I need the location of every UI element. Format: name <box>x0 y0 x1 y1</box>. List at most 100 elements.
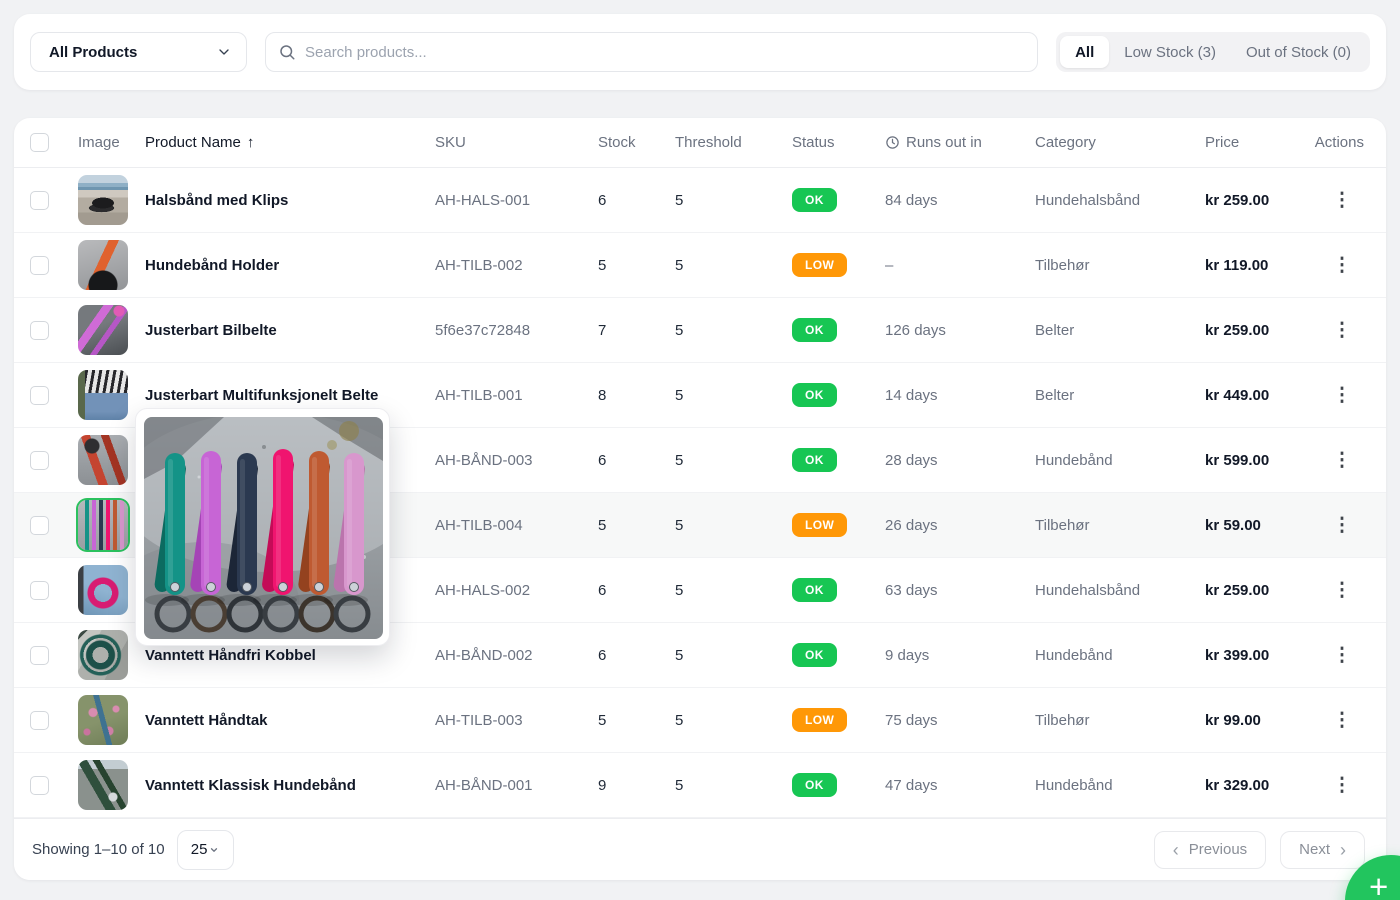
search-input[interactable] <box>305 43 1026 61</box>
next-page-button[interactable]: Next › <box>1280 830 1365 869</box>
price-value: kr 59.00 <box>1205 516 1261 534</box>
row-checkbox[interactable] <box>30 320 49 340</box>
row-actions-menu-button[interactable]: ⋮ <box>1325 575 1360 606</box>
row-actions-menu-button[interactable]: ⋮ <box>1325 770 1360 801</box>
product-thumbnail[interactable] <box>78 305 128 355</box>
threshold-value: 5 <box>675 256 684 274</box>
product-name: Vanntett Håndtak <box>145 711 268 729</box>
row-actions-menu-button[interactable]: ⋮ <box>1325 445 1360 476</box>
status-badge: OK <box>792 643 837 667</box>
chevron-left-icon: ‹ <box>1172 839 1179 860</box>
column-header-status: Status <box>792 134 835 151</box>
search-box[interactable] <box>265 32 1039 72</box>
price-value: kr 259.00 <box>1205 191 1270 209</box>
tab-all[interactable]: All <box>1060 36 1110 68</box>
status-badge: OK <box>792 383 837 407</box>
row-actions-menu-button[interactable]: ⋮ <box>1325 510 1360 541</box>
column-header-threshold: Threshold <box>675 134 742 151</box>
threshold-value: 5 <box>675 711 684 729</box>
status-badge: LOW <box>792 513 848 537</box>
category-value: Tilbehør <box>1035 256 1090 274</box>
category-value: Hundehalsbånd <box>1035 581 1141 599</box>
product-name: Halsbånd med Klips <box>145 191 289 209</box>
stock-value: 9 <box>598 776 607 794</box>
table-row[interactable]: Vanntett Håndtak AH-TILB-003 5 5 LOW 75 … <box>14 688 1386 753</box>
row-actions-menu-button[interactable]: ⋮ <box>1325 250 1360 281</box>
sort-ascending-icon: ↑ <box>246 134 255 151</box>
table-row[interactable]: Halsbånd med Klips AH-HALS-001 6 5 OK 84… <box>14 168 1386 233</box>
threshold-value: 5 <box>675 321 684 339</box>
price-value: kr 259.00 <box>1205 581 1270 599</box>
runs-out-value: 75 days <box>885 711 938 729</box>
threshold-value: 5 <box>675 451 684 469</box>
previous-page-button[interactable]: ‹ Previous <box>1153 830 1267 869</box>
row-actions-menu-button[interactable]: ⋮ <box>1325 380 1360 411</box>
product-thumbnail[interactable] <box>78 630 128 680</box>
product-name: Vanntett Håndfri Kobbel <box>145 646 316 664</box>
threshold-value: 5 <box>675 646 684 664</box>
row-checkbox[interactable] <box>30 710 49 730</box>
product-thumbnail[interactable] <box>78 695 128 745</box>
price-value: kr 259.00 <box>1205 321 1270 339</box>
product-sku: AH-TILB-003 <box>435 711 523 729</box>
row-checkbox[interactable] <box>30 515 49 535</box>
threshold-value: 5 <box>675 581 684 599</box>
product-sku: AH-TILB-004 <box>435 516 523 534</box>
column-header-actions: Actions <box>1314 134 1364 151</box>
row-actions-menu-button[interactable]: ⋮ <box>1325 640 1360 671</box>
row-actions-menu-button[interactable]: ⋮ <box>1325 315 1360 346</box>
product-sku: AH-TILB-002 <box>435 256 523 274</box>
row-checkbox[interactable] <box>30 190 49 210</box>
status-badge: OK <box>792 448 837 472</box>
row-checkbox[interactable] <box>30 255 49 275</box>
row-checkbox[interactable] <box>30 775 49 795</box>
row-actions-menu-button[interactable]: ⋮ <box>1325 705 1360 736</box>
category-value: Belter <box>1035 321 1075 339</box>
product-thumbnail[interactable] <box>78 370 128 420</box>
stock-value: 6 <box>598 451 607 469</box>
threshold-value: 5 <box>675 516 684 534</box>
threshold-value: 5 <box>675 776 684 794</box>
column-header-category: Category <box>1035 134 1096 151</box>
product-thumbnail[interactable] <box>78 760 128 810</box>
tab-out-of-stock[interactable]: Out of Stock (0) <box>1231 36 1366 68</box>
table-row[interactable]: Justerbart Bilbelte 5f6e37c72848 7 5 OK … <box>14 298 1386 363</box>
category-value: Tilbehør <box>1035 516 1090 534</box>
page-size-select[interactable]: 25 <box>176 829 234 870</box>
runs-out-value: – <box>885 256 894 274</box>
product-sku: AH-HALS-001 <box>435 191 531 209</box>
tab-low-stock[interactable]: Low Stock (3) <box>1109 36 1231 68</box>
column-header-product-name[interactable]: Product Name ↑ <box>145 134 435 151</box>
chevron-down-icon <box>219 49 229 55</box>
category-filter-value: All Products <box>49 43 138 61</box>
row-checkbox[interactable] <box>30 385 49 405</box>
select-all-checkbox[interactable] <box>30 133 49 152</box>
image-preview-popup <box>135 408 390 646</box>
table-row[interactable]: Hundebånd Holder AH-TILB-002 5 5 LOW – T… <box>14 233 1386 298</box>
category-filter-dropdown[interactable]: All Products <box>30 32 247 72</box>
stock-value: 5 <box>598 256 607 274</box>
price-value: kr 449.00 <box>1205 386 1270 404</box>
price-value: kr 99.00 <box>1205 711 1261 729</box>
status-badge: OK <box>792 578 837 602</box>
row-checkbox[interactable] <box>30 580 49 600</box>
row-checkbox[interactable] <box>30 450 49 470</box>
row-checkbox[interactable] <box>30 645 49 665</box>
stock-value: 7 <box>598 321 607 339</box>
product-thumbnail[interactable] <box>78 500 128 550</box>
product-name: Hundebånd Holder <box>145 256 280 274</box>
stock-value: 5 <box>598 516 607 534</box>
product-thumbnail[interactable] <box>78 565 128 615</box>
price-value: kr 329.00 <box>1205 776 1270 794</box>
status-badge: OK <box>792 188 837 212</box>
product-thumbnail[interactable] <box>78 175 128 225</box>
category-value: Hundehalsbånd <box>1035 191 1141 209</box>
product-name: Vanntett Klassisk Hundebånd <box>145 776 356 794</box>
row-actions-menu-button[interactable]: ⋮ <box>1325 185 1360 216</box>
table-row[interactable]: Vanntett Klassisk Hundebånd AH-BÅND-001 … <box>14 753 1386 818</box>
chevron-right-icon: › <box>1340 839 1346 860</box>
product-name: Justerbart Multifunksjonelt Belte <box>145 386 379 404</box>
product-thumbnail[interactable] <box>78 240 128 290</box>
column-header-runs-out-in: Runs out in <box>885 134 1035 151</box>
product-thumbnail[interactable] <box>78 435 128 485</box>
